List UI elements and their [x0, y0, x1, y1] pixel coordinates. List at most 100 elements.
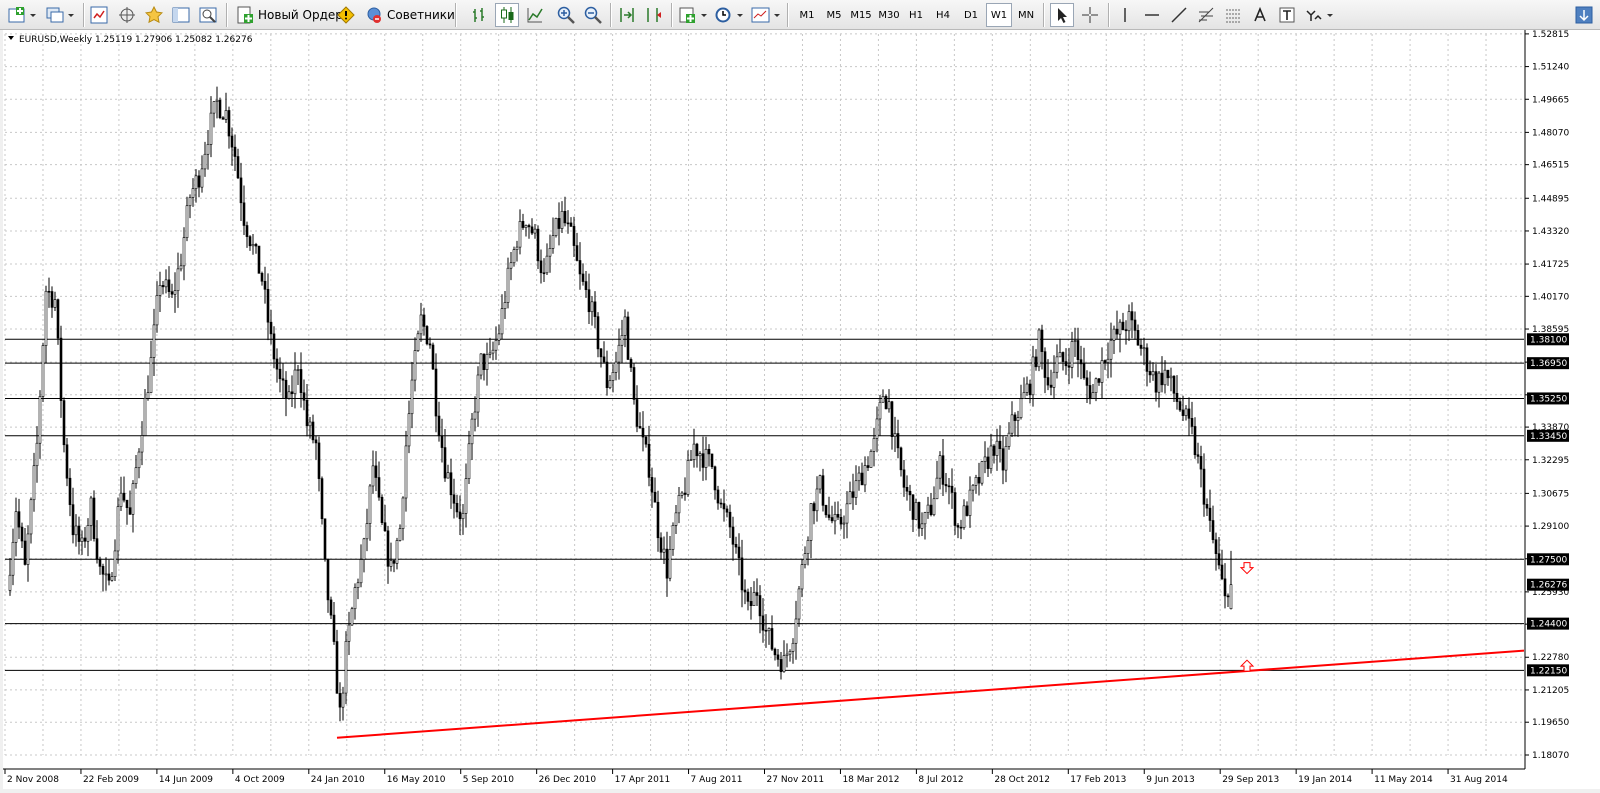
zoom-out-button[interactable] [582, 3, 604, 27]
navigator-button[interactable] [143, 3, 165, 27]
candle-body [428, 343, 432, 346]
grid-icon [1226, 9, 1240, 23]
templates-button[interactable] [750, 3, 782, 27]
candle-body [554, 218, 558, 236]
candle-body [1145, 347, 1149, 372]
new-order-button[interactable]: Новый Ордер [232, 3, 347, 27]
candle-body [1043, 351, 1047, 378]
fibonacci-button[interactable] [1195, 3, 1217, 27]
candle-body [1220, 564, 1224, 580]
level-price-label: 1.24400 [1530, 620, 1567, 630]
periods-button[interactable] [713, 3, 745, 27]
timeframe-h1[interactable]: H1 [903, 3, 929, 27]
timeframe-m5[interactable]: M5 [821, 3, 847, 27]
terminal-icon [172, 7, 190, 23]
candle-body [716, 489, 720, 504]
new-chart-button[interactable] [6, 3, 38, 27]
candle-body [845, 503, 849, 524]
candle-body [857, 472, 861, 482]
timeframe-m30[interactable]: M30 [876, 3, 902, 27]
candle-body [584, 281, 588, 291]
candle-body [89, 497, 93, 526]
zoom-in-button[interactable] [555, 3, 577, 27]
candle-body [1184, 408, 1188, 416]
timeframe-h4[interactable]: H4 [930, 3, 956, 27]
candle-body [212, 101, 216, 114]
candle-body [980, 461, 984, 484]
timeframe-d1[interactable]: D1 [958, 3, 984, 27]
expert-advisors-button[interactable]: Советники [361, 3, 459, 27]
candle-body [236, 156, 240, 179]
crosshair-tool-button[interactable] [1079, 3, 1101, 27]
candle-chart-button[interactable] [495, 3, 519, 27]
candle-body [452, 494, 456, 504]
chart-window[interactable]: 1.52815 1.51240 1.49665 1.48070 1.46515 1.448… [3, 30, 1600, 789]
candle-body [959, 526, 963, 529]
autoscroll-button[interactable] [616, 3, 638, 27]
data-window-button[interactable] [116, 3, 138, 27]
candle-body [608, 380, 612, 389]
candle-body [1163, 369, 1167, 386]
candle-body [689, 459, 693, 461]
text-button[interactable] [1249, 3, 1271, 27]
candle-body [47, 290, 51, 293]
vertical-line-button[interactable] [1114, 3, 1136, 27]
text-label-button[interactable] [1276, 3, 1298, 27]
candle-body [1022, 392, 1026, 399]
candle-body [332, 614, 336, 642]
candle-body [1223, 578, 1227, 597]
candle-body [449, 472, 453, 496]
time-tick-label: 2 Nov 2008 [7, 775, 59, 785]
panel-menu-button[interactable] [1573, 3, 1595, 27]
candle-body [1031, 356, 1035, 396]
candle-body [323, 518, 327, 560]
candle-body [161, 285, 165, 288]
candle-body [44, 290, 48, 346]
cursor-button[interactable] [1050, 3, 1074, 27]
candle-body [785, 653, 789, 656]
chart-shift-button[interactable] [643, 3, 665, 27]
candle-body [956, 525, 960, 528]
candle-body [122, 492, 126, 501]
candle-body [938, 455, 942, 479]
candle-body [287, 391, 291, 399]
price-chart[interactable]: 1.52815 1.51240 1.49665 1.48070 1.46515 1.448… [3, 30, 1600, 789]
timeframe-m15[interactable]: M15 [848, 3, 874, 27]
horizontal-line-button[interactable] [1141, 3, 1163, 27]
timeframe-w1[interactable]: W1 [986, 3, 1012, 27]
candle-body [134, 467, 138, 484]
expert-advisors-icon [367, 7, 381, 23]
trendline-icon [1171, 7, 1187, 23]
candle-body [368, 485, 372, 524]
market-watch-button[interactable] [88, 3, 110, 27]
candle-body [638, 426, 642, 429]
candle-body [374, 465, 378, 478]
candle-body [419, 314, 423, 335]
candle-body [578, 260, 582, 275]
trendline-button[interactable] [1168, 3, 1190, 27]
candle-body [269, 321, 273, 335]
strategy-tester-button[interactable] [197, 3, 219, 27]
candle-body [518, 221, 522, 248]
candle-body [38, 396, 42, 444]
candle-body [533, 228, 537, 234]
profiles-button[interactable] [44, 3, 76, 27]
bar-chart-button[interactable] [468, 3, 490, 27]
arrows-button[interactable] [1303, 3, 1335, 27]
price-tick-label: 1.51240 [1532, 63, 1569, 73]
candle-body [113, 550, 117, 577]
candle-body [347, 624, 351, 642]
candle-body [1139, 344, 1143, 349]
time-tick-label: 17 Apr 2011 [615, 775, 671, 785]
candle-body [278, 368, 282, 380]
indicators-button[interactable] [677, 3, 709, 27]
warning-button[interactable] [335, 3, 357, 27]
line-chart-button[interactable] [524, 3, 546, 27]
grid-button[interactable] [1222, 3, 1244, 27]
candle-body [767, 628, 771, 632]
candle-body [1100, 360, 1104, 383]
timeframe-mn[interactable]: MN [1013, 3, 1039, 27]
candle-body [1226, 595, 1230, 598]
terminal-button[interactable] [170, 3, 192, 27]
timeframe-m1[interactable]: M1 [794, 3, 820, 27]
